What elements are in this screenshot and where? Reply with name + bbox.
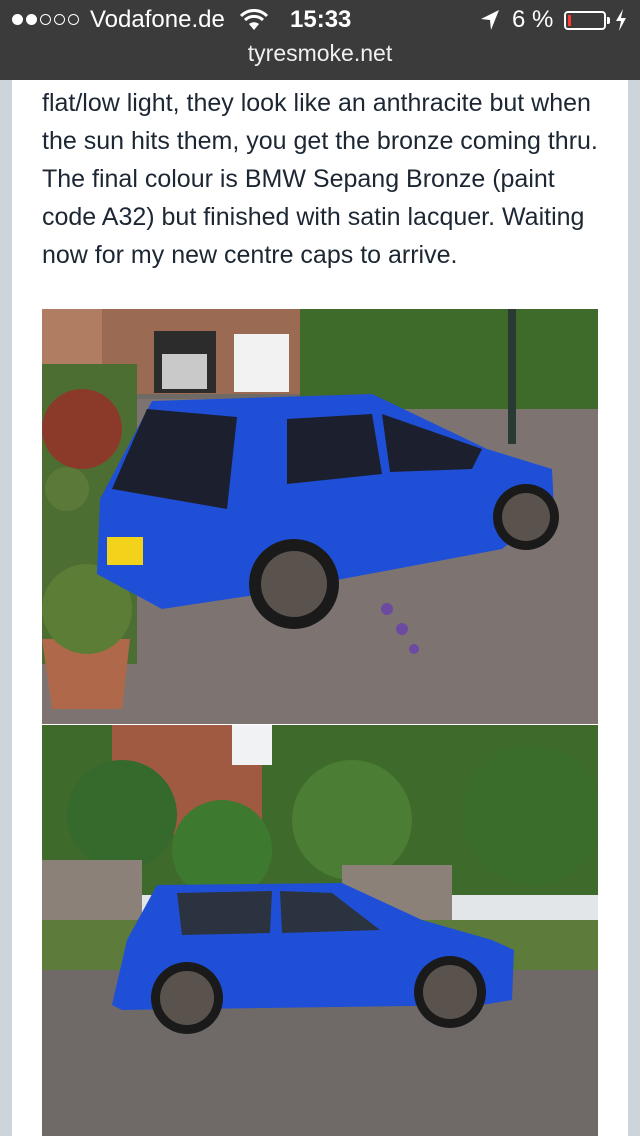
wifi-icon — [239, 9, 269, 36]
location-arrow-icon — [480, 9, 500, 36]
post-body-text: flat/low light, they look like an anthra… — [42, 89, 598, 269]
battery-percent: 6 % — [512, 6, 554, 33]
web-page-content: flat/low light, they look like an anthra… — [12, 80, 628, 1136]
car-photo-side-profile[interactable] — [42, 725, 598, 1136]
charging-bolt-icon — [614, 8, 628, 37]
browser-top-bar: Vodafone.de 15:33 6 % tyresmoke.net — [0, 0, 640, 80]
battery-icon — [564, 11, 606, 30]
status-time: 15:33 — [290, 6, 352, 33]
battery-tip — [607, 17, 610, 24]
address-bar-url[interactable]: tyresmoke.net — [0, 40, 640, 67]
carrier-name: Vodafone.de — [90, 6, 225, 33]
signal-strength-icon — [12, 14, 79, 25]
car-photo-rear-three-quarter[interactable] — [42, 309, 598, 724]
status-bar: Vodafone.de 15:33 6 % — [0, 0, 640, 40]
